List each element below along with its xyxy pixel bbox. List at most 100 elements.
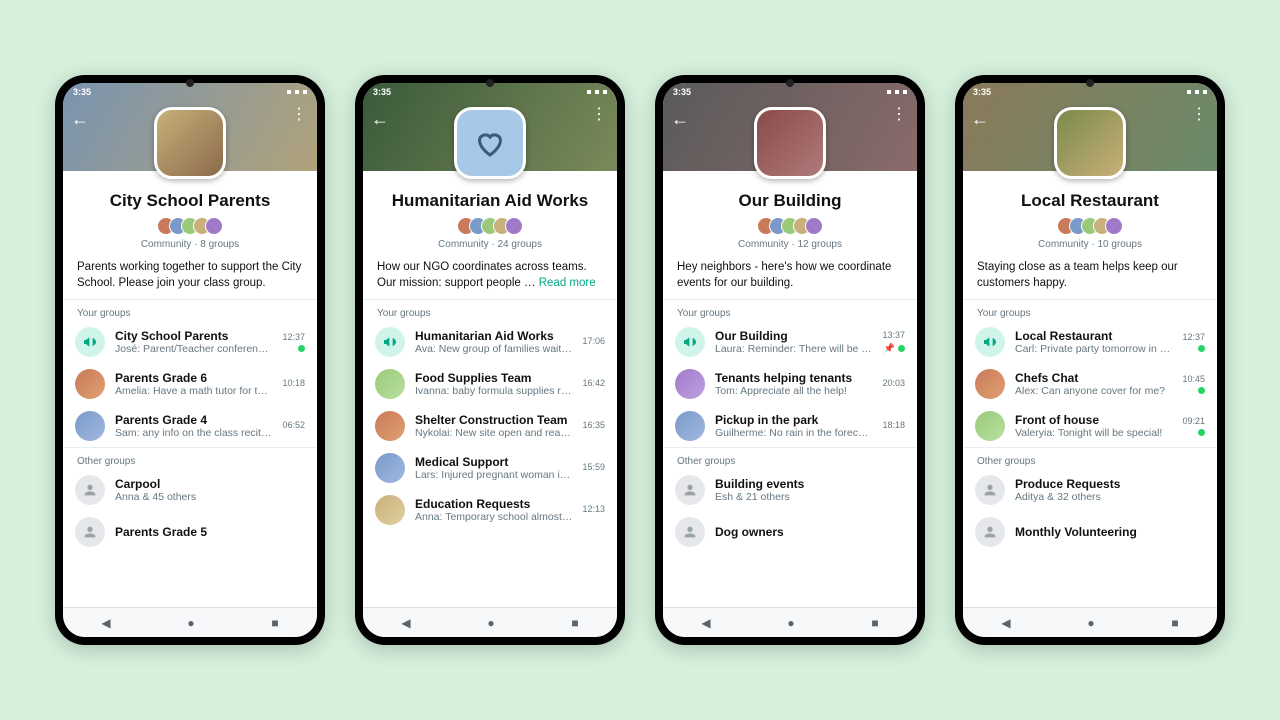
group-members: Anna & 45 others [115,491,305,503]
group-row[interactable]: Shelter Construction TeamNykolai: New si… [363,405,617,447]
other-groups-label: Other groups [963,450,1217,469]
nav-back-icon[interactable]: ◀ [401,616,410,630]
group-name: Building events [715,477,905,491]
group-row[interactable]: Building eventsEsh & 21 others [663,469,917,511]
status-time: 3:35 [673,87,691,97]
camera-notch [786,79,794,87]
member-avatars[interactable] [63,217,317,235]
group-meta: 18:18 [882,420,905,433]
nav-recent-icon[interactable]: ■ [271,616,278,630]
group-row[interactable]: Dog owners [663,511,917,553]
group-row[interactable]: Education RequestsAnna: Temporary school… [363,489,617,531]
status-icons [887,87,907,97]
group-name: Monthly Volunteering [1015,525,1205,539]
community-avatar[interactable] [454,107,526,179]
group-row[interactable]: Food Supplies TeamIvanna: baby formula s… [363,363,617,405]
group-row[interactable]: Monthly Volunteering [963,511,1217,553]
back-icon[interactable]: ← [671,109,689,130]
group-row[interactable]: Parents Grade 5 [63,511,317,553]
nav-back-icon[interactable]: ◀ [101,616,110,630]
group-row[interactable]: Chefs ChatAlex: Can anyone cover for me?… [963,363,1217,405]
back-icon[interactable]: ← [371,109,389,130]
group-row[interactable]: Produce RequestsAditya & 32 others [963,469,1217,511]
status-icons [1187,87,1207,97]
group-members: Aditya & 32 others [1015,491,1205,503]
phone-frame: 3:35 ← ⋮ Our BuildingCommunity · 12 groupsH… [655,75,925,645]
member-avatars[interactable] [363,217,617,235]
pin-icon: 📌 [884,343,895,354]
announcement-icon [375,327,405,357]
nav-home-icon[interactable]: ● [787,616,794,630]
status-time: 3:35 [373,87,391,97]
community-description: Staying close as a team helps keep our c… [963,250,1217,299]
group-row[interactable]: CarpoolAnna & 45 others [63,469,317,511]
community-body: City School Parents Community · 8 groups P… [63,171,317,607]
community-avatar[interactable] [1054,107,1126,179]
back-icon[interactable]: ← [71,109,89,130]
community-body: Local RestaurantCommunity · 10 groupsSta… [963,171,1217,607]
group-preview: Anna: Temporary school almost comp… [415,511,572,523]
group-row[interactable]: Parents Grade 6Amelia: Have a math tutor… [63,363,317,405]
nav-recent-icon[interactable]: ■ [571,616,578,630]
announcement-icon [75,327,105,357]
nav-back-icon[interactable]: ◀ [701,616,710,630]
unread-badge [298,345,305,352]
group-row[interactable]: Front of houseValeryia: Tonight will be … [963,405,1217,447]
nav-recent-icon[interactable]: ■ [871,616,878,630]
group-avatar [375,411,405,441]
status-bar: 3:35 [673,87,907,97]
status-bar: 3:35 [973,87,1207,97]
nav-home-icon[interactable]: ● [1087,616,1094,630]
unread-badge [898,345,905,352]
group-text: Shelter Construction TeamNykolai: New si… [415,413,572,439]
group-meta: 10:18 [282,378,305,391]
group-meta: 13:37📌 [882,330,905,354]
community-meta: Community · 8 groups [63,239,317,250]
group-text: Education RequestsAnna: Temporary school… [415,497,572,523]
more-icon[interactable]: ⋮ [291,111,307,119]
divider [63,447,317,448]
group-preview: Tom: Appreciate all the help! [715,385,872,397]
group-name: City School Parents [115,329,272,343]
group-preview: Lars: Injured pregnant woman in need … [415,469,572,481]
member-avatars[interactable] [963,217,1217,235]
group-preview: Nykolai: New site open and ready for … [415,427,572,439]
group-row[interactable]: City School ParentsJosé: Parent/Teacher … [63,321,317,363]
group-name: Parents Grade 6 [115,371,272,385]
group-preview: Laura: Reminder: There will be … [715,343,872,355]
group-row[interactable]: Parents Grade 4Sam: any info on the clas… [63,405,317,447]
group-row[interactable]: Local RestaurantCarl: Private party tomo… [963,321,1217,363]
member-avatar [205,217,223,235]
group-row[interactable]: Medical SupportLars: Injured pregnant wo… [363,447,617,489]
nav-home-icon[interactable]: ● [187,616,194,630]
read-more-link[interactable]: Read more [539,277,596,289]
group-text: City School ParentsJosé: Parent/Teacher … [115,329,272,355]
your-groups-label: Your groups [63,302,317,321]
group-avatar-placeholder [675,517,705,547]
community-header: 3:35 ← ⋮ [363,83,617,171]
nav-recent-icon[interactable]: ■ [1171,616,1178,630]
divider [963,299,1217,300]
group-row[interactable]: Humanitarian Aid WorksAva: New group of … [363,321,617,363]
member-avatars[interactable] [663,217,917,235]
divider [963,447,1217,448]
community-avatar[interactable] [754,107,826,179]
group-row[interactable]: Pickup in the parkGuilherme: No rain in … [663,405,917,447]
unread-badge [1198,345,1205,352]
nav-home-icon[interactable]: ● [487,616,494,630]
community-body: Our BuildingCommunity · 12 groupsHey nei… [663,171,917,607]
group-row[interactable]: Tenants helping tenantsTom: Appreciate a… [663,363,917,405]
nav-back-icon[interactable]: ◀ [1001,616,1010,630]
more-icon[interactable]: ⋮ [1191,111,1207,119]
community-avatar[interactable] [154,107,226,179]
community-meta: Community · 24 groups [363,239,617,250]
more-icon[interactable]: ⋮ [591,111,607,119]
other-groups-label: Other groups [663,450,917,469]
group-time: 18:18 [882,420,905,430]
group-text: CarpoolAnna & 45 others [115,477,305,503]
android-nav-bar: ◀ ● ■ [963,607,1217,637]
group-row[interactable]: Our BuildingLaura: Reminder: There will … [663,321,917,363]
more-icon[interactable]: ⋮ [891,111,907,119]
back-icon[interactable]: ← [971,109,989,130]
group-text: Front of houseValeryia: Tonight will be … [1015,413,1172,439]
